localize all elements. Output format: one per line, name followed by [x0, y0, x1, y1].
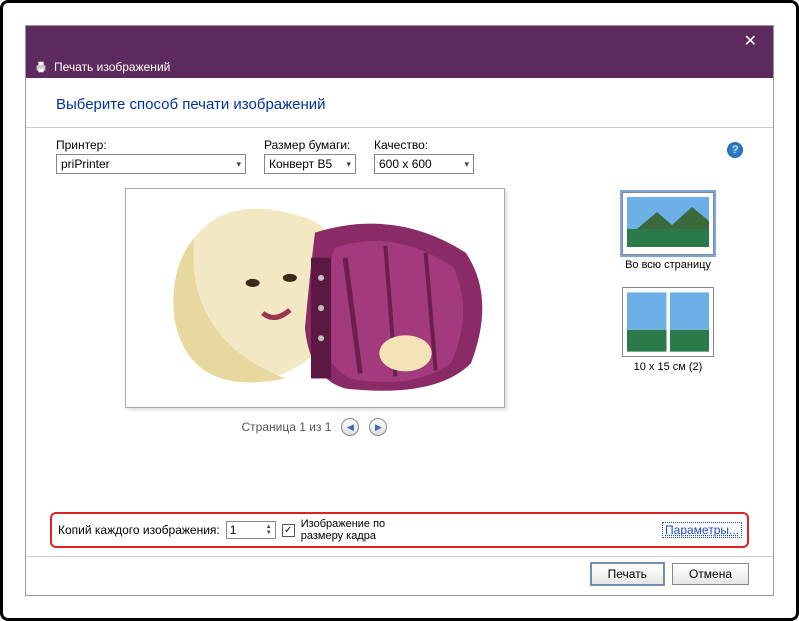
paper-select[interactable]: Конверт B5 ▾	[264, 154, 356, 174]
printer-label: Принтер:	[56, 138, 246, 152]
quality-value: 600 x 600	[379, 157, 432, 171]
fit-frame-checkbox[interactable]: ✓	[282, 524, 295, 537]
pager-text: Страница 1 из 1	[242, 420, 332, 434]
copies-value: 1	[230, 523, 237, 537]
subtitle-bar: Выберите способ печати изображений	[26, 78, 773, 128]
titlebar: ✕	[26, 26, 773, 56]
fit-frame-label: Изображение по размеру кадра	[301, 518, 385, 542]
help-icon[interactable]: ?	[727, 142, 743, 158]
header-title: Печать изображений	[54, 60, 170, 74]
pager-prev-button[interactable]: ◀	[341, 418, 359, 436]
copies-label: Копий каждого изображения:	[58, 523, 220, 537]
print-button[interactable]: Печать	[591, 563, 664, 585]
paper-label: Размер бумаги:	[264, 138, 356, 152]
layout-full-label: Во всю страницу	[625, 259, 711, 271]
copies-input[interactable]: 1 ▲▼	[226, 521, 276, 539]
controls-row: Принтер: priPrinter ▾ Размер бумаги: Кон…	[26, 128, 773, 182]
chevron-down-icon: ▾	[464, 159, 469, 170]
printer-value: priPrinter	[61, 157, 110, 171]
quality-group: Качество: 600 x 600 ▾	[374, 138, 474, 174]
page-title: Выберите способ печати изображений	[56, 96, 743, 113]
layout-half-thumb	[622, 287, 714, 357]
preview-image	[134, 197, 496, 399]
close-icon[interactable]: ✕	[736, 29, 765, 53]
bottom-options-highlight: Копий каждого изображения: 1 ▲▼ ✓ Изобра…	[50, 512, 749, 548]
layout-full-thumb	[622, 192, 714, 255]
header-bar: Печать изображений	[26, 56, 773, 78]
spinner-icon[interactable]: ▲▼	[266, 524, 272, 536]
main-area: Страница 1 из 1 ◀ ▶ Во всю страницу	[26, 182, 773, 506]
layout-half-label: 10 x 15 см (2)	[634, 361, 703, 373]
layout-full-page[interactable]: Во всю страницу	[622, 192, 714, 271]
cancel-button[interactable]: Отмена	[672, 563, 749, 585]
layouts-column: Во всю страницу 10 x 15 см (2)	[593, 188, 743, 506]
parameters-link[interactable]: Параметры...	[663, 523, 741, 537]
paper-group: Размер бумаги: Конверт B5 ▾	[264, 138, 356, 174]
chevron-down-icon: ▾	[346, 159, 351, 170]
pager-next-button[interactable]: ▶	[369, 418, 387, 436]
quality-select[interactable]: 600 x 600 ▾	[374, 154, 474, 174]
printer-select[interactable]: priPrinter ▾	[56, 154, 246, 174]
printer-group: Принтер: priPrinter ▾	[56, 138, 246, 174]
printer-icon	[34, 60, 48, 74]
footer: Печать Отмена	[26, 556, 773, 595]
preview-column: Страница 1 из 1 ◀ ▶	[56, 188, 573, 506]
preview-frame	[125, 188, 505, 408]
quality-label: Качество:	[374, 138, 474, 152]
print-dialog: ✕ Печать изображений Выберите способ печ…	[25, 25, 774, 596]
paper-value: Конверт B5	[269, 157, 332, 171]
chevron-down-icon: ▾	[236, 159, 241, 170]
layout-10x15[interactable]: 10 x 15 см (2)	[622, 287, 714, 373]
pager: Страница 1 из 1 ◀ ▶	[242, 418, 388, 436]
